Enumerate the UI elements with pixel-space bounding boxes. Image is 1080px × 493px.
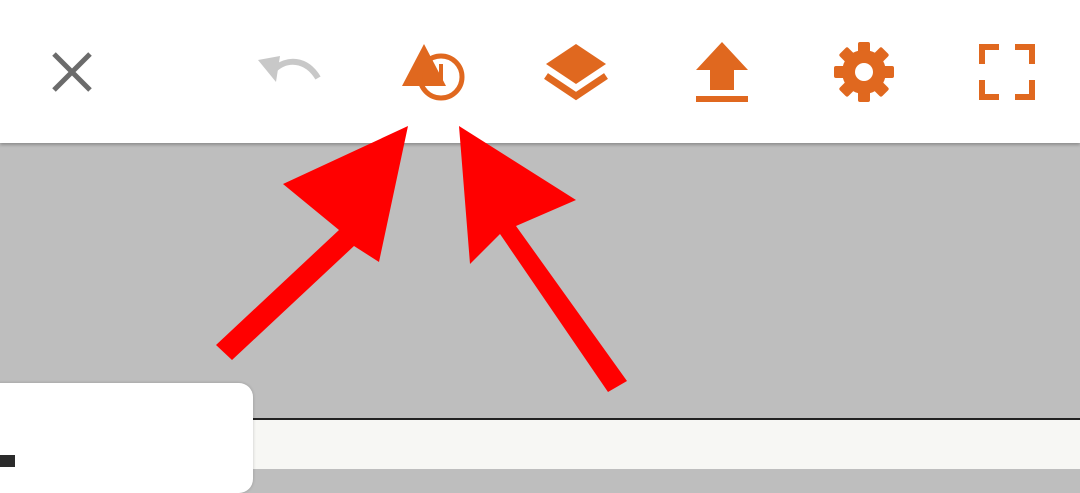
layers-button[interactable]: [540, 36, 612, 108]
fullscreen-button[interactable]: [971, 36, 1043, 108]
close-button[interactable]: [36, 36, 108, 108]
upload-icon: [696, 42, 748, 102]
side-panel: [0, 383, 253, 493]
undo-button[interactable]: [252, 36, 324, 108]
layers-icon: [544, 44, 608, 101]
toolbar: [0, 0, 1080, 143]
close-icon: [52, 52, 92, 92]
gear-icon: [834, 42, 894, 102]
settings-button[interactable]: [828, 36, 900, 108]
undo-icon: [258, 56, 321, 82]
shapes-icon: [402, 44, 465, 101]
panel-handle[interactable]: [0, 455, 15, 467]
fullscreen-icon: [979, 44, 1035, 100]
upload-button[interactable]: [686, 36, 758, 108]
document-page: [253, 418, 1080, 469]
shapes-button[interactable]: [398, 36, 470, 108]
